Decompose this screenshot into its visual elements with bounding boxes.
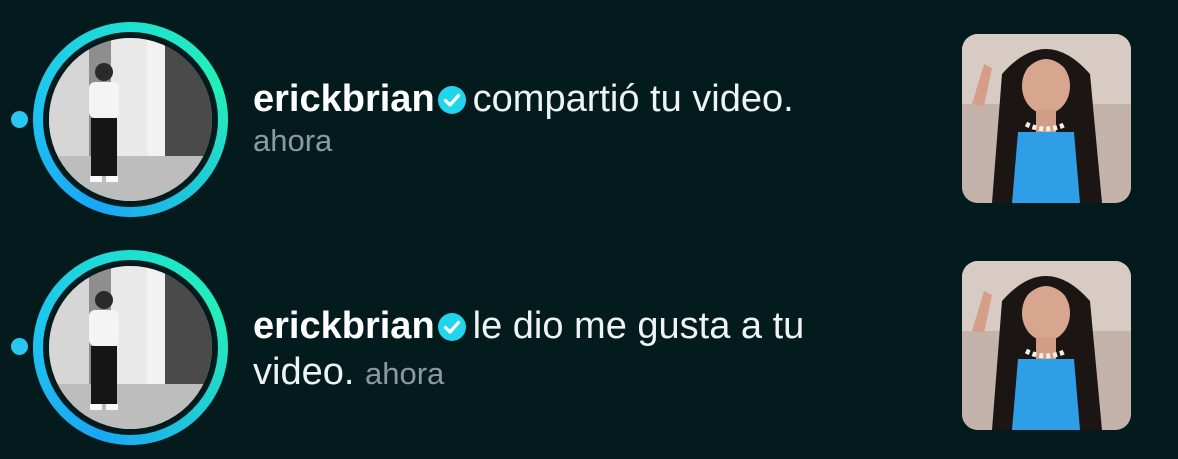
activity-notification-list: erickbrian compartió tu video. ahora eri… bbox=[0, 0, 1178, 459]
username-link[interactable]: erickbrian bbox=[253, 305, 435, 347]
notification-action-text: le dio me gusta a tu bbox=[472, 305, 805, 347]
verified-check-icon bbox=[437, 86, 466, 114]
video-thumbnail[interactable] bbox=[962, 34, 1131, 203]
video-thumbnail[interactable] bbox=[962, 261, 1131, 430]
notification-text: erickbrian compartió tu video. ahora bbox=[253, 76, 913, 164]
avatar[interactable] bbox=[49, 38, 212, 201]
notification-action-text-cont: video. bbox=[253, 351, 355, 393]
verified-check-icon bbox=[437, 313, 466, 341]
unread-indicator-dot bbox=[11, 111, 28, 128]
unread-indicator-dot bbox=[11, 338, 28, 355]
notification-text: erickbrian le dio me gusta a tu video. a… bbox=[253, 303, 913, 397]
timestamp: ahora bbox=[364, 356, 445, 391]
notification-row[interactable]: erickbrian le dio me gusta a tu video. a… bbox=[0, 229, 1178, 459]
avatar[interactable] bbox=[49, 266, 212, 429]
story-ring[interactable] bbox=[33, 250, 228, 445]
story-ring[interactable] bbox=[33, 22, 228, 217]
notification-action-text: compartió tu video. bbox=[472, 78, 794, 120]
username-link[interactable]: erickbrian bbox=[253, 78, 435, 120]
notification-row[interactable]: erickbrian compartió tu video. ahora bbox=[0, 0, 1178, 230]
timestamp: ahora bbox=[253, 123, 333, 158]
